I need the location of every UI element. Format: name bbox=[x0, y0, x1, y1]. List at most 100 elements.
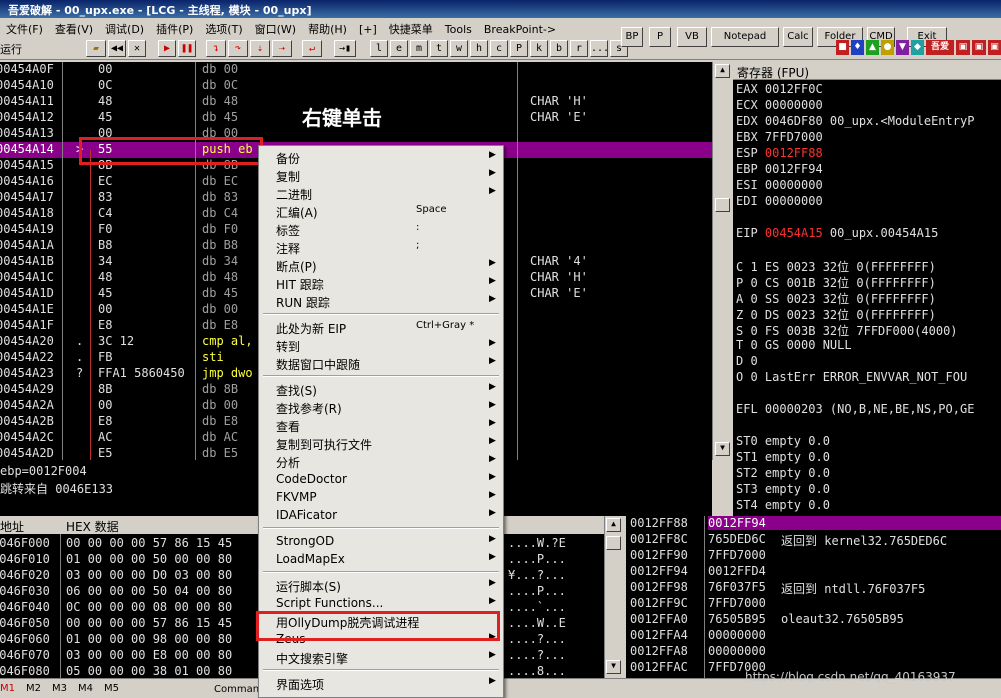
register-line[interactable]: ST0 empty 0.0 bbox=[736, 434, 830, 448]
context-menu-item[interactable]: 断点(P) ▶ bbox=[259, 256, 503, 274]
menu-item-0[interactable]: 文件(F) bbox=[0, 18, 49, 38]
register-line[interactable]: EDX 0046DF80 00_upx.<ModuleEntryP bbox=[736, 114, 974, 128]
goto-icon[interactable]: →▮ bbox=[334, 40, 356, 57]
menu-item-2[interactable]: 调试(D) bbox=[99, 18, 150, 38]
register-line[interactable]: EAX 0012FF0C bbox=[736, 82, 823, 96]
execute-till-return-icon[interactable]: ↵ bbox=[302, 40, 322, 57]
context-menu-item[interactable]: 查看 ▶ bbox=[259, 416, 503, 434]
register-line[interactable]: D 0 bbox=[736, 354, 758, 368]
stack-row[interactable]: 0012FFA4 00000000 bbox=[626, 628, 1001, 644]
tool-icon-3[interactable]: ▲ bbox=[866, 40, 879, 55]
context-menu-item[interactable]: 标签: bbox=[259, 220, 503, 238]
register-line[interactable]: EBX 7FFD7000 bbox=[736, 130, 823, 144]
context-menu-item[interactable]: 界面选项 ▶ bbox=[259, 674, 503, 692]
close-icon[interactable]: ✕ bbox=[128, 40, 146, 57]
register-line[interactable]: ST2 empty 0.0 bbox=[736, 466, 830, 480]
context-menu-item[interactable]: RUN 跟踪 ▶ bbox=[259, 292, 503, 310]
memory-tab-m1[interactable]: M1 bbox=[0, 683, 15, 694]
scroll-up-icon[interactable]: ▲ bbox=[715, 64, 730, 78]
tool-icon-2[interactable]: ♦ bbox=[851, 40, 864, 55]
scroll-thumb[interactable] bbox=[715, 198, 730, 212]
dump-col-address[interactable]: 地址 bbox=[0, 518, 24, 535]
register-line[interactable]: EBP 0012FF94 bbox=[736, 162, 823, 176]
context-menu-item[interactable]: 用OllyDump脱壳调试进程 bbox=[259, 612, 503, 630]
toolbar-letter-4[interactable]: w bbox=[450, 40, 468, 57]
register-line[interactable]: T 0 GS 0000 NULL bbox=[736, 338, 852, 352]
context-menu-item[interactable]: HIT 跟踪 ▶ bbox=[259, 274, 503, 292]
memory-tab-m3[interactable]: M3 bbox=[52, 683, 67, 694]
toolbar-letter-11[interactable]: ... bbox=[590, 40, 609, 57]
stack-row[interactable]: 0012FF88 0012FF94 bbox=[626, 516, 1001, 532]
toolbar-button-vb[interactable]: VB bbox=[677, 27, 707, 47]
context-menu-item[interactable]: 查找(S) ▶ bbox=[259, 380, 503, 398]
context-menu-item[interactable]: 查找参考(R) ▶ bbox=[259, 398, 503, 416]
menu-item-8[interactable]: 快捷菜单 bbox=[383, 18, 439, 38]
toolbar-letter-1[interactable]: e bbox=[390, 40, 408, 57]
dump-scrollbar[interactable]: ▲ ▼ bbox=[604, 516, 622, 678]
menu-item-6[interactable]: 帮助(H) bbox=[302, 18, 353, 38]
toolbar-button-calc[interactable]: Calc bbox=[783, 27, 813, 47]
stack-row[interactable]: 0012FF94 0012FFD4 bbox=[626, 564, 1001, 580]
context-menu-item[interactable]: FKVMP ▶ bbox=[259, 488, 503, 506]
register-line[interactable]: ST1 empty 0.0 bbox=[736, 450, 830, 464]
toolbar-button-notepad[interactable]: Notepad bbox=[711, 27, 779, 47]
context-menu-item[interactable]: LoadMapEx ▶ bbox=[259, 550, 503, 568]
disasm-row[interactable]: 00454A0F 00 db 00 bbox=[0, 62, 712, 78]
dump-scroll-down-icon[interactable]: ▼ bbox=[606, 660, 621, 674]
context-menu-item[interactable]: 备份 ▶ bbox=[259, 148, 503, 166]
restart-icon[interactable]: ◀◀ bbox=[108, 40, 126, 57]
menu-item-1[interactable]: 查看(V) bbox=[49, 18, 99, 38]
menu-item-3[interactable]: 插件(P) bbox=[150, 18, 199, 38]
stack-pane[interactable]: 0012FF88 0012FF94 0012FF8C 765DED6C 返回到 kern… bbox=[626, 516, 1001, 678]
trace-into-icon[interactable]: ⇣ bbox=[250, 40, 270, 57]
register-line[interactable]: EIP 00454A15 00_upx.00454A15 bbox=[736, 226, 938, 240]
dump-scroll-thumb[interactable] bbox=[606, 536, 621, 550]
context-menu-item[interactable]: Script Functions... ▶ bbox=[259, 594, 503, 612]
context-menu-item[interactable]: 数据窗口中跟随 ▶ bbox=[259, 354, 503, 372]
menu-item-9[interactable]: Tools bbox=[439, 20, 478, 40]
toolbar-button-p[interactable]: P bbox=[649, 27, 671, 47]
toolbar-letter-3[interactable]: t bbox=[430, 40, 448, 57]
toolbar-letter-9[interactable]: b bbox=[550, 40, 568, 57]
context-menu-item[interactable]: IDAFicator ▶ bbox=[259, 506, 503, 524]
stack-row[interactable]: 0012FF8C 765DED6C 返回到 kernel32.765DED6C bbox=[626, 532, 1001, 548]
context-menu-item[interactable]: 二进制 ▶ bbox=[259, 184, 503, 202]
toolbar-letter-2[interactable]: m bbox=[410, 40, 428, 57]
menu-item-4[interactable]: 选项(T) bbox=[199, 18, 248, 38]
open-icon[interactable]: ▰ bbox=[86, 40, 106, 57]
toolbar-letter-5[interactable]: h bbox=[470, 40, 488, 57]
registers-pane[interactable]: EAX 0012FF0C ECX 00000000 EDX 0046DF80 00_… bbox=[733, 62, 1001, 516]
toolbar-letter-0[interactable]: l bbox=[370, 40, 388, 57]
context-menu-item[interactable]: 复制到可执行文件 ▶ bbox=[259, 434, 503, 452]
memory-tab-m2[interactable]: M2 bbox=[26, 683, 41, 694]
toolbar-letter-6[interactable]: c bbox=[490, 40, 508, 57]
context-menu-item[interactable]: 注释; bbox=[259, 238, 503, 256]
register-line[interactable]: P 0 CS 001B 32位 0(FFFFFFFF) bbox=[736, 274, 936, 291]
disasm-row[interactable]: 00454A10 0C db 0C bbox=[0, 78, 712, 94]
register-line[interactable]: ST4 empty 0.0 bbox=[736, 498, 830, 512]
trace-over-icon[interactable]: ⇢ bbox=[272, 40, 292, 57]
stack-row[interactable]: 0012FF90 7FFD7000 bbox=[626, 548, 1001, 564]
toolbar-letter-8[interactable]: k bbox=[530, 40, 548, 57]
stack-row[interactable]: 0012FFA0 76505B95 oleaut32.76505B95 bbox=[626, 612, 1001, 628]
toolbar-button-bp[interactable]: BP bbox=[621, 27, 643, 47]
register-line[interactable]: ECX 00000000 bbox=[736, 98, 823, 112]
context-menu-item[interactable]: 汇编(A) Space bbox=[259, 202, 503, 220]
register-line[interactable]: O 0 LastErr ERROR_ENVVAR_NOT_FOU bbox=[736, 370, 967, 384]
step-over-icon[interactable]: ↷ bbox=[228, 40, 248, 57]
stack-row[interactable]: 0012FF98 76F037F5 返回到 ntdll.76F037F5 bbox=[626, 580, 1001, 596]
stack-row[interactable]: 0012FF9C 7FFD7000 bbox=[626, 596, 1001, 612]
step-into-icon[interactable]: ↴ bbox=[206, 40, 226, 57]
register-line[interactable]: ESP 0012FF88 bbox=[736, 146, 823, 160]
tool-icon-5[interactable]: ▼ bbox=[896, 40, 909, 55]
register-line[interactable]: EFL 00000203 (NO,B,NE,BE,NS,PO,GE bbox=[736, 402, 974, 416]
context-menu-item[interactable]: StrongOD ▶ bbox=[259, 532, 503, 550]
register-line[interactable]: EDI 00000000 bbox=[736, 194, 823, 208]
context-menu-item[interactable]: 分析 ▶ bbox=[259, 452, 503, 470]
menu-item-10[interactable]: BreakPoint-> bbox=[478, 20, 562, 40]
toolbar-letter-7[interactable]: P bbox=[510, 40, 528, 57]
stack-row[interactable]: 0012FFA8 00000000 bbox=[626, 644, 1001, 660]
context-menu-item[interactable]: Zeus ▶ bbox=[259, 630, 503, 648]
run-icon[interactable]: ▶ bbox=[158, 40, 176, 57]
context-menu-item[interactable]: 转到 ▶ bbox=[259, 336, 503, 354]
